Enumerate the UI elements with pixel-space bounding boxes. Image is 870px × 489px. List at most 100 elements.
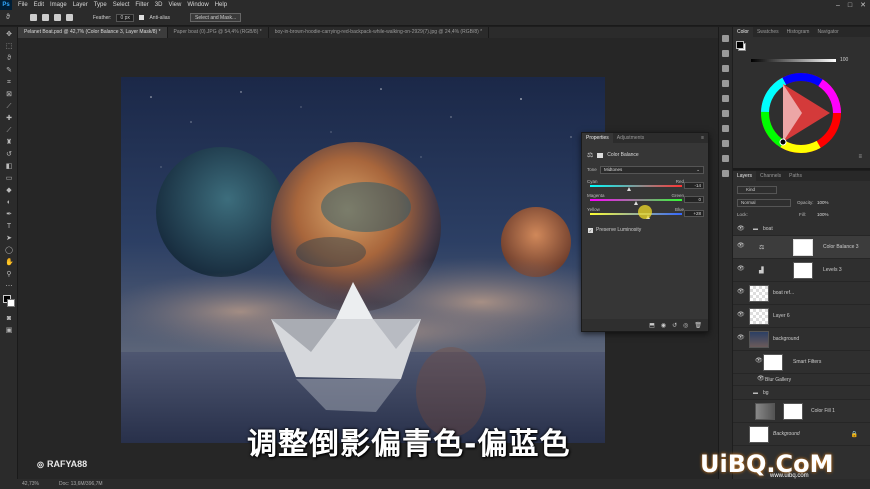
color-wheel[interactable] (760, 72, 842, 154)
layer-row-boat-group[interactable]: 👁 ▬ boat (733, 222, 870, 236)
visibility-eye-icon[interactable]: 👁 (737, 266, 745, 272)
blur-tool-icon[interactable]: ◆ (5, 187, 13, 195)
cyan-red-slider[interactable] (590, 185, 682, 187)
crop-tool-icon[interactable]: ⌗ (5, 79, 13, 87)
add-selection-icon[interactable] (41, 14, 49, 21)
layer-row-boat-ref[interactable]: 👁 boat ref... (733, 282, 870, 305)
character-icon[interactable] (722, 110, 729, 117)
clip-to-layer-icon[interactable]: ⬒ (649, 322, 655, 329)
tab-layers[interactable]: Layers (733, 171, 757, 181)
menu-select[interactable]: Select (113, 2, 130, 8)
path-select-tool-icon[interactable]: ➤ (5, 235, 13, 243)
menu-3d[interactable]: 3D (155, 2, 163, 8)
move-tool-icon[interactable]: ✥ (5, 31, 13, 39)
select-and-mask-button[interactable]: Select and Mask... (190, 13, 242, 22)
layer-row-color-fill-1[interactable]: Color Fill 1 (733, 400, 870, 423)
brightness-value[interactable]: 100 (840, 57, 848, 63)
layer-row-background-smart[interactable]: 👁 background (733, 328, 870, 351)
antialias-checkbox[interactable] (139, 15, 145, 20)
panel-menu-icon[interactable]: ≡ (701, 133, 708, 143)
history-icon[interactable] (722, 65, 729, 72)
layer-mask-thumbnail[interactable] (783, 403, 803, 420)
clone-stamp-tool-icon[interactable]: ♜ (5, 139, 13, 147)
layer-thumbnail[interactable] (749, 331, 769, 348)
brightness-slider[interactable] (751, 59, 836, 62)
quick-select-tool-icon[interactable]: ✎ (5, 67, 13, 75)
visibility-eye-icon[interactable]: 👁 (757, 376, 765, 382)
preserve-luminosity-checkbox[interactable]: ✓ (588, 227, 593, 233)
fill-input[interactable]: 100% (817, 212, 829, 217)
maximize-button[interactable]: □ (848, 2, 852, 9)
minimize-button[interactable]: – (836, 2, 840, 9)
frame-tool-icon[interactable]: ⊠ (5, 91, 13, 99)
play-actions-icon[interactable] (722, 50, 729, 57)
visibility-eye-icon[interactable]: 👁 (737, 243, 745, 249)
layer-row-blur-gallery[interactable]: 👁 Blur Gallery (733, 374, 870, 386)
tab-properties[interactable]: Properties (582, 133, 613, 143)
lasso-tool-icon[interactable]: ϑ (5, 55, 13, 63)
eraser-tool-icon[interactable]: ◧ (5, 163, 13, 171)
pen-tool-icon[interactable]: ✒ (5, 211, 13, 219)
layer-row-background[interactable]: Background 🔒 (733, 423, 870, 446)
healing-brush-tool-icon[interactable]: ✚ (5, 115, 13, 123)
lasso-tool-icon[interactable]: ϑ (6, 14, 10, 21)
visibility-icon[interactable]: ◎ (683, 322, 688, 329)
visibility-eye-icon[interactable]: 👁 (737, 312, 745, 318)
visibility-eye-icon[interactable]: 👁 (737, 335, 745, 341)
tab-adjustments[interactable]: Adjustments (613, 133, 649, 143)
zoom-tool-icon[interactable]: ⚲ (5, 271, 13, 279)
magenta-green-value[interactable]: 0 (684, 196, 704, 203)
eyedropper-tool-icon[interactable]: ⟋ (5, 103, 13, 111)
tab-pelanet-boat[interactable]: Pelanet Boat.psd @ 42,7% (Color Balance … (18, 27, 168, 38)
layer-row-levels-3[interactable]: 👁 ▟ Levels 3 (733, 259, 870, 282)
tab-paths[interactable]: Paths (785, 171, 806, 181)
visibility-eye-icon[interactable]: 👁 (737, 226, 745, 232)
tab-navigator[interactable]: Navigator (813, 27, 842, 37)
tab-boy-in-brown-hoodie[interactable]: boy-in-brown-hoodie-carrying-red-backpac… (269, 27, 490, 38)
menu-file[interactable]: File (18, 2, 28, 8)
shape-tool-icon[interactable]: ◯ (5, 247, 13, 255)
layer-filter-kind[interactable]: Kind (737, 186, 777, 194)
intersect-selection-icon[interactable] (65, 14, 73, 21)
adjustments-icon[interactable] (722, 155, 729, 162)
layer-row-smart-filters[interactable]: 👁 Smart Filters (733, 351, 870, 374)
layer-thumbnail[interactable] (749, 308, 769, 325)
cyan-red-slider-thumb[interactable] (627, 187, 632, 191)
visibility-eye-icon[interactable]: 👁 (737, 289, 745, 295)
layer-row-bg-group[interactable]: ▬ bg (733, 386, 870, 400)
screen-mode-icon[interactable]: ▣ (5, 327, 13, 335)
cyan-red-value[interactable]: -14 (684, 182, 704, 189)
fill-thumbnail[interactable] (755, 403, 775, 420)
new-selection-icon[interactable] (29, 14, 37, 21)
layer-row-layer-6[interactable]: 👁 Layer 6 (733, 305, 870, 328)
tab-color[interactable]: Color (733, 27, 753, 37)
gradient-tool-icon[interactable]: ▭ (5, 175, 13, 183)
color-panel-options-icon[interactable]: ≡ (858, 154, 862, 160)
subtract-selection-icon[interactable] (53, 14, 61, 21)
history-brush-tool-icon[interactable]: ↺ (5, 151, 13, 159)
tab-paper-boat[interactable]: Paper boat (0).JPG @ 54,4% (RGB/8) * (168, 27, 269, 38)
opacity-input[interactable]: 100% (817, 200, 829, 205)
brush-settings-icon[interactable] (722, 80, 729, 87)
layer-mask-thumbnail[interactable] (793, 239, 813, 256)
view-previous-icon[interactable]: ◉ (661, 322, 666, 329)
layer-row-color-balance-3[interactable]: 👁 ⚖ Color Balance 3 (733, 236, 870, 259)
menu-view[interactable]: View (168, 2, 181, 8)
menu-filter[interactable]: Filter (135, 2, 148, 8)
background-color-swatch[interactable] (7, 299, 15, 307)
yellow-blue-slider[interactable] (590, 213, 682, 215)
menu-type[interactable]: Type (94, 2, 107, 8)
layer-thumbnail[interactable] (749, 285, 769, 302)
document-canvas[interactable] (121, 77, 605, 443)
blend-mode-select[interactable]: Normal (737, 199, 791, 207)
menu-image[interactable]: Image (50, 2, 67, 8)
color-swatches[interactable] (0, 295, 17, 311)
tab-histogram[interactable]: Histogram (783, 27, 814, 37)
visibility-eye-icon[interactable]: 👁 (755, 358, 763, 364)
tab-channels[interactable]: Channels (756, 171, 785, 181)
brush-tool-icon[interactable]: ⟋ (5, 127, 13, 135)
layer-thumbnail[interactable] (749, 426, 769, 443)
tab-swatches[interactable]: Swatches (753, 27, 783, 37)
clone-source-icon[interactable] (722, 95, 729, 102)
menu-edit[interactable]: Edit (34, 2, 44, 8)
